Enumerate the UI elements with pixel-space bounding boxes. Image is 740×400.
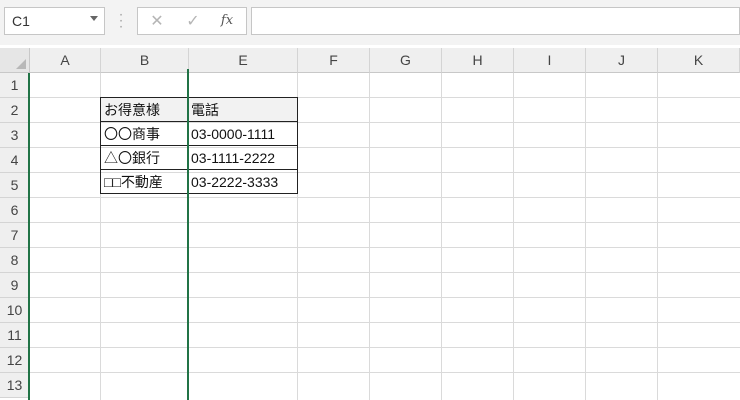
chevron-down-icon[interactable] (90, 16, 98, 21)
gridline (30, 347, 740, 348)
column-header-k[interactable]: K (658, 48, 740, 73)
cancel-icon[interactable]: ✕ (144, 8, 170, 34)
gridline (30, 322, 740, 323)
row-header[interactable]: 4 (0, 148, 30, 173)
table-cell-phone[interactable]: 03-1111-2222 (187, 145, 298, 170)
row-header[interactable]: 7 (0, 223, 30, 248)
select-all-button[interactable] (0, 48, 30, 73)
row-header[interactable]: 2 (0, 98, 30, 123)
column-header-g[interactable]: G (370, 48, 442, 73)
row-header[interactable]: 9 (0, 273, 30, 298)
formula-bar: C1 · · · ✕ ✓ fx (0, 0, 740, 45)
table-cell-phone[interactable]: 03-0000-1111 (187, 121, 298, 146)
column-header-h[interactable]: H (442, 48, 514, 73)
column-header-e[interactable]: E (189, 48, 298, 73)
column-header-j[interactable]: J (586, 48, 658, 73)
row-header[interactable]: 11 (0, 323, 30, 348)
selection-edge-line (28, 73, 30, 400)
column-header-i[interactable]: I (514, 48, 586, 73)
column-header-b[interactable]: B (101, 48, 189, 73)
freeze-pane-line[interactable] (187, 69, 189, 400)
formula-buttons: ✕ ✓ fx (137, 7, 247, 35)
insert-function-button[interactable]: fx (214, 8, 240, 34)
table-header-customer[interactable]: お得意様 (100, 97, 188, 122)
row-header[interactable]: 6 (0, 198, 30, 223)
column-header-f[interactable]: F (298, 48, 370, 73)
gridline (30, 222, 740, 223)
gridline (30, 197, 740, 198)
select-all-triangle-icon (16, 59, 26, 69)
table-cell-customer[interactable]: □□不動産 (100, 169, 188, 194)
gridline (30, 372, 740, 373)
row-header[interactable]: 10 (0, 298, 30, 323)
row-header[interactable]: 13 (0, 373, 30, 398)
row-header[interactable]: 5 (0, 173, 30, 198)
name-box-value: C1 (12, 13, 30, 29)
worksheet-grid[interactable]: A B E F G H I J K 1 2 3 4 5 6 7 8 9 10 1… (0, 48, 740, 400)
row-header[interactable]: 12 (0, 348, 30, 373)
enter-icon[interactable]: ✓ (180, 8, 206, 34)
formula-input[interactable] (251, 7, 740, 35)
name-box[interactable]: C1 (4, 7, 105, 35)
table-cell-customer[interactable]: △〇銀行 (100, 145, 188, 170)
gridline (30, 297, 740, 298)
table-cell-customer[interactable]: 〇〇商事 (100, 121, 188, 146)
table-header-phone[interactable]: 電話 (187, 97, 298, 122)
gridline (30, 247, 740, 248)
row-header[interactable]: 8 (0, 248, 30, 273)
row-header[interactable]: 3 (0, 123, 30, 148)
row-header[interactable]: 1 (0, 73, 30, 98)
table-cell-phone[interactable]: 03-2222-3333 (187, 169, 298, 194)
gridline (30, 272, 740, 273)
column-header-a[interactable]: A (30, 48, 101, 73)
drag-handle-icon[interactable]: · · · (118, 9, 124, 33)
